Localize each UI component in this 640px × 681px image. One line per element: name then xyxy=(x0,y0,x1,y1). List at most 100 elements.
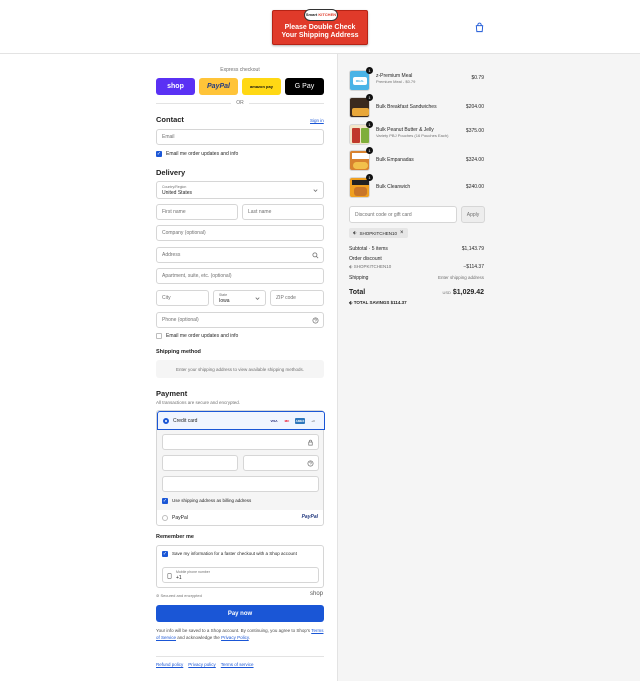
email-opt-in-checkbox[interactable]: ✓ xyxy=(156,151,162,157)
quantity-badge: 1 xyxy=(366,94,373,101)
billing-same-label: Use shipping address as billing address xyxy=(172,498,252,503)
footer-divider xyxy=(156,656,324,657)
item-price: $204.00 xyxy=(465,104,484,110)
apply-discount-button[interactable]: Apply xyxy=(461,206,485,223)
last-name-field[interactable]: Last name xyxy=(242,204,324,220)
expiration-date-field[interactable] xyxy=(162,455,238,471)
shop-privacy-link[interactable]: Privacy Policy xyxy=(221,635,249,640)
order-line-item: MEAL 1 z-Premium Meal Premium Meal - $0.… xyxy=(349,67,484,92)
mobile-phone-field[interactable]: Mobile phone number +1 xyxy=(162,567,319,583)
order-summary-column xyxy=(337,54,640,681)
city-field[interactable]: City xyxy=(156,290,209,306)
shipping-row: Shipping Enter shipping address xyxy=(349,275,484,281)
more-cards-badge: +3 xyxy=(311,419,315,423)
refund-policy-link[interactable]: Refund policy xyxy=(156,662,183,667)
help-icon[interactable] xyxy=(312,317,319,324)
privacy-policy-link[interactable]: Privacy policy xyxy=(188,662,216,667)
search-icon xyxy=(312,252,319,259)
sign-in-link[interactable]: Sign in xyxy=(310,118,324,123)
payment-subtitle: All transactions are secure and encrypte… xyxy=(156,400,241,405)
applied-discount-chip: ⬖ SHOPKITCHEN10 × xyxy=(349,228,408,238)
save-info-label: Save my information for a faster checkou… xyxy=(172,551,297,556)
first-name-field[interactable]: First name xyxy=(156,204,238,220)
paypal-express-button[interactable]: PayPal xyxy=(199,78,238,95)
item-price: $240.00 xyxy=(465,184,484,190)
order-line-item: 1 Bulk Peanut Butter & Jelly Variety PBJ… xyxy=(349,121,484,146)
order-line-item: 1 Bulk Empanadas xyxy=(349,147,484,172)
amazon-pay-button[interactable]: amazon pay xyxy=(242,78,281,95)
tag-icon: ⬖ xyxy=(349,264,353,269)
phone-icon xyxy=(167,573,172,579)
pay-now-button[interactable]: Pay now xyxy=(156,605,324,622)
visa-logo: VISA xyxy=(270,419,278,423)
shipping-warning-banner: Smart KITCHEN Please Double Check Your S… xyxy=(272,9,368,45)
card-number-field[interactable] xyxy=(162,434,319,450)
credit-card-option[interactable]: Credit card VISA MC AMEX +3 xyxy=(157,411,325,430)
shop-pay-button[interactable]: shop xyxy=(156,78,195,95)
shop-logo: shop xyxy=(310,591,324,597)
lock-icon xyxy=(308,439,313,446)
shipping-method-notice: Enter your shipping address to view avai… xyxy=(156,360,324,378)
shop-terms-text: Your info will be saved to a Shop accoun… xyxy=(156,628,324,640)
delivery-email-opt-in-checkbox[interactable] xyxy=(156,333,162,339)
zip-field[interactable]: ZIP code xyxy=(270,290,324,306)
chevron-down-icon xyxy=(313,189,318,192)
amex-logo: AMEX xyxy=(295,418,305,424)
card-brand-logos: VISA MC AMEX +3 xyxy=(269,418,318,424)
discount-code-input[interactable]: Discount code or gift card xyxy=(349,206,457,223)
item-name: Bulk Breakfast Sandwiches xyxy=(376,104,437,110)
paypal-radio[interactable] xyxy=(162,515,168,521)
address-field[interactable]: Address xyxy=(156,247,324,263)
phone-field[interactable]: Phone (optional) xyxy=(156,312,324,328)
credit-card-radio[interactable] xyxy=(163,418,169,424)
remove-discount-icon[interactable]: × xyxy=(400,230,404,236)
paypal-label: PayPal xyxy=(172,515,188,521)
item-name: Bulk Cleanwich xyxy=(376,184,411,190)
save-info-checkbox[interactable]: ✓ xyxy=(162,551,168,557)
security-code-field[interactable] xyxy=(243,455,319,471)
delivery-email-opt-in-label: Email me order updates and info xyxy=(166,333,239,339)
subtotal-row: Subtotal · 5 items $1,143.79 xyxy=(349,246,484,252)
quantity-badge: 1 xyxy=(366,67,373,74)
tag-icon: ⬖ xyxy=(349,300,353,305)
currency-code: USD xyxy=(442,290,451,295)
country-select[interactable]: Country/Region United States xyxy=(156,181,324,199)
credit-card-form: ✓ Use shipping address as billing addres… xyxy=(157,430,323,510)
discount-code-row: ⬖ SHOPKITCHEN10 −$114.37 xyxy=(349,264,484,270)
paypal-logo: PayPal xyxy=(301,514,318,520)
order-discount-row: Order discount xyxy=(349,256,382,262)
order-line-item: 1 Bulk Cleanwich xyxy=(349,174,484,199)
tag-icon: ⬖ xyxy=(353,230,357,235)
remember-me-heading: Remember me xyxy=(156,534,194,540)
item-variant: Variety PBJ Pouches (16 Pouches Each) xyxy=(376,133,449,138)
payment-heading: Payment xyxy=(156,389,188,398)
quantity-badge: 1 xyxy=(366,174,373,181)
credit-card-label: Credit card xyxy=(173,418,198,424)
item-price: $375.00 xyxy=(465,128,484,134)
header: Smart KITCHEN Please Double Check Your S… xyxy=(0,0,640,54)
google-pay-button[interactable]: G Pay xyxy=(285,78,324,95)
secure-note: ⊘ Secured and encrypted xyxy=(156,593,202,598)
help-icon[interactable] xyxy=(307,460,314,467)
billing-same-checkbox[interactable]: ✓ xyxy=(162,498,168,504)
chevron-down-icon xyxy=(255,297,260,300)
apartment-field[interactable]: Apartment, suite, etc. (optional) xyxy=(156,268,324,284)
order-line-item: 1 Bulk Breakfast Sandwiches xyxy=(349,94,484,119)
company-field[interactable]: Company (optional) xyxy=(156,225,324,241)
email-opt-in-label: Email me order updates and info xyxy=(166,151,239,157)
remember-me-panel: ✓ Save my information for a faster check… xyxy=(156,545,324,588)
banner-line-2: Your Shipping Address xyxy=(281,32,359,39)
item-price: $324.00 xyxy=(465,157,484,163)
state-select[interactable]: State Iowa xyxy=(213,290,266,306)
shopping-bag-icon[interactable] xyxy=(474,22,485,33)
or-divider: OR xyxy=(156,100,324,106)
total-amount: $1,029.42 xyxy=(452,289,484,296)
contact-heading: Contact xyxy=(156,115,184,124)
email-field[interactable]: Email xyxy=(156,129,324,145)
mastercard-logo: MC xyxy=(284,419,290,423)
store-logo[interactable]: Smart KITCHEN xyxy=(304,9,338,21)
terms-of-service-link[interactable]: Terms of service xyxy=(221,662,254,667)
item-variant: Premium Meal - $0.79 xyxy=(376,79,416,84)
name-on-card-field[interactable] xyxy=(162,476,319,492)
paypal-option[interactable]: PayPal PayPal xyxy=(157,510,323,526)
